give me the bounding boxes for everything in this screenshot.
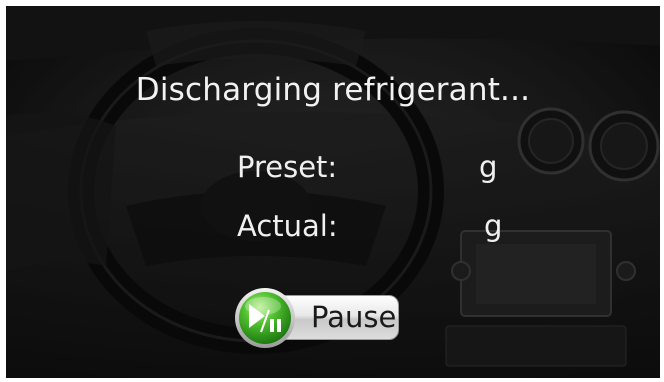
discharge-screen: Discharging refrigerant... Preset: g Act… [6, 6, 660, 378]
preset-label: Preset: [237, 150, 338, 184]
pause-label: Pause [311, 300, 397, 334]
status-title: Discharging refrigerant... [135, 72, 531, 108]
preset-unit: g [479, 150, 498, 184]
actual-unit: g [484, 209, 503, 243]
actual-label: Actual: [237, 209, 338, 243]
pause-button[interactable]: Pause [231, 286, 421, 350]
play-pause-icon[interactable] [233, 286, 297, 350]
